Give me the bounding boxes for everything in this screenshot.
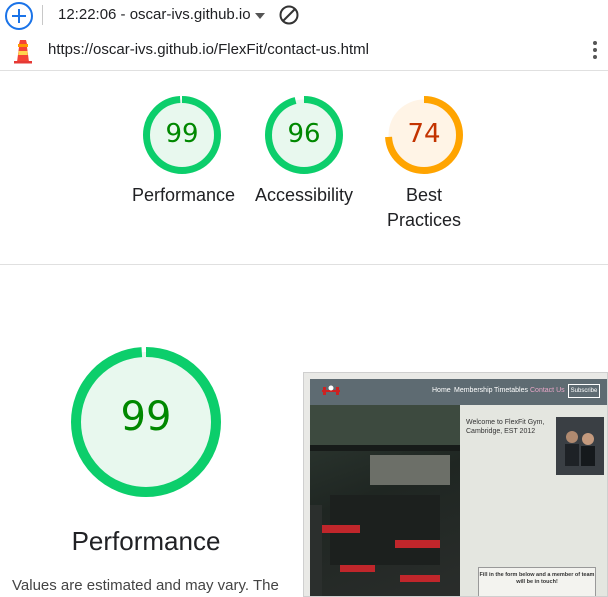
gauge-best-practices[interactable]: 74 Best Practices bbox=[374, 95, 474, 233]
gauge-accessibility[interactable]: 96 Accessibility bbox=[248, 95, 360, 208]
screenshot-nav-timetables: Timetables bbox=[494, 387, 528, 394]
url-bar: https://oscar-ivs.github.io/FlexFit/cont… bbox=[0, 30, 608, 71]
site-logo-icon bbox=[320, 382, 342, 400]
section-divider bbox=[0, 264, 608, 265]
screenshot-welcome-card: Welcome to FlexFit Gym, Cambridge, EST 2… bbox=[460, 405, 607, 596]
performance-big-score: 99 bbox=[120, 394, 172, 440]
performance-score: 99 bbox=[165, 119, 199, 149]
screenshot-navbar: Home Membership Timetables Contact Us Su… bbox=[310, 379, 607, 405]
performance-label: Performance bbox=[132, 185, 236, 205]
best-practices-label-line1: Best bbox=[405, 185, 443, 205]
accessibility-label: Accessibility bbox=[254, 185, 354, 205]
best-practices-score: 74 bbox=[407, 119, 441, 149]
block-icon[interactable] bbox=[278, 4, 300, 31]
performance-title: Performance bbox=[71, 526, 221, 556]
team-photo bbox=[556, 417, 604, 475]
divider bbox=[42, 5, 43, 25]
page-url[interactable]: https://oscar-ivs.github.io/FlexFit/cont… bbox=[48, 41, 369, 58]
top-bar: 12:22:06 - oscar-ivs.github.io bbox=[0, 0, 608, 30]
best-practices-label-line2: Practices bbox=[386, 210, 462, 230]
triangle-down-icon[interactable] bbox=[254, 8, 266, 26]
kebab-menu-icon[interactable] bbox=[592, 41, 598, 61]
screenshot-subscribe-button: Subscribe bbox=[568, 384, 600, 398]
screenshot-nav-membership: Membership bbox=[454, 387, 493, 394]
estimate-note: Values are estimated and may vary. The bbox=[12, 577, 279, 594]
accessibility-score: 96 bbox=[287, 119, 321, 149]
performance-big-gauge: 99 bbox=[70, 346, 222, 498]
best-practices-label: Best Practices bbox=[374, 183, 474, 233]
page-screenshot: Home Membership Timetables Contact Us Su… bbox=[303, 372, 608, 597]
gym-photo bbox=[310, 405, 460, 596]
time-origin-label: 12:22:06 - oscar-ivs.github.io bbox=[58, 6, 251, 23]
screenshot-form-heading: Fill in the form below and a member of t… bbox=[478, 567, 596, 596]
lighthouse-icon bbox=[12, 38, 34, 69]
new-tab-button[interactable] bbox=[5, 2, 33, 30]
gauge-performance[interactable]: 99 Performance bbox=[132, 95, 236, 208]
screenshot-welcome-title: Welcome to FlexFit Gym, Cambridge, EST 2… bbox=[466, 419, 545, 435]
screenshot-nav-contact: Contact Us bbox=[530, 387, 565, 394]
screenshot-nav-home: Home bbox=[432, 387, 451, 394]
